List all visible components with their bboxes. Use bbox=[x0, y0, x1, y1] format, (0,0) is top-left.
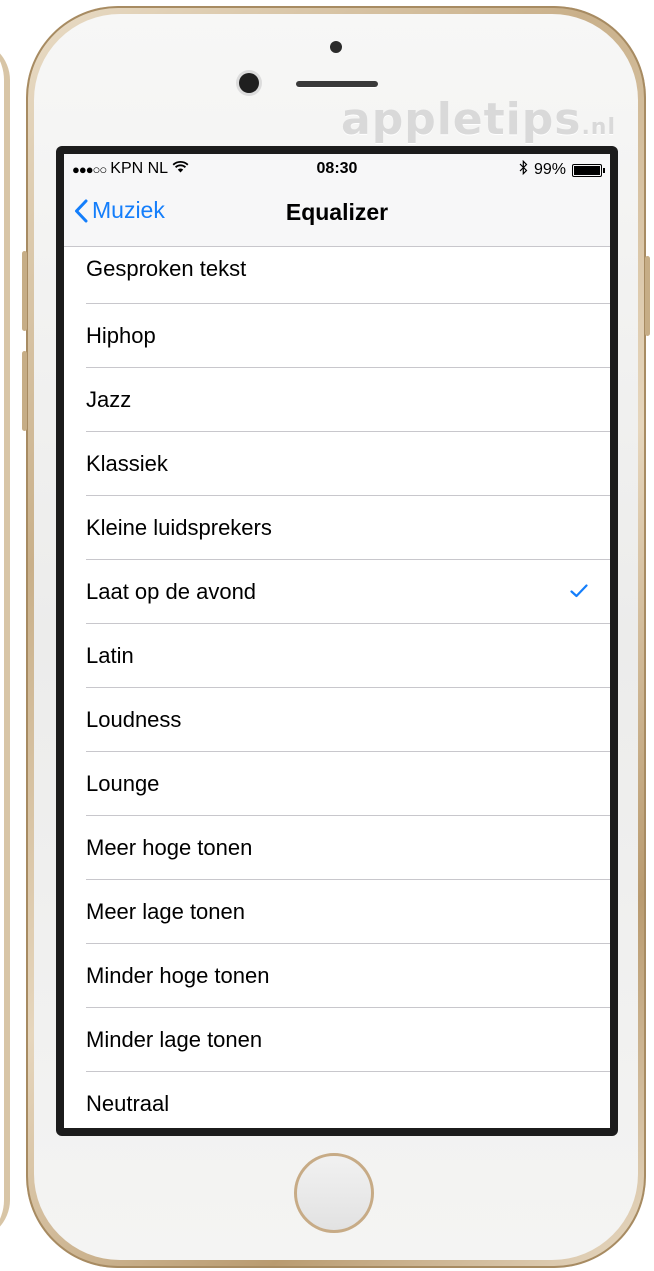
list-item-label: Klassiek bbox=[86, 451, 168, 476]
equalizer-list: Gesproken tekst Hiphop Jazz Klassiek Kleine … bbox=[64, 247, 610, 1128]
list-item[interactable]: Klassiek bbox=[64, 432, 610, 496]
navigation-bar: Muziek Equalizer bbox=[64, 182, 610, 247]
list-item[interactable]: Neutraal bbox=[64, 1072, 610, 1128]
list-item-label: Gesproken tekst bbox=[86, 256, 247, 281]
list-item[interactable]: Meer hoge tonen bbox=[64, 816, 610, 880]
checkmark-icon bbox=[570, 584, 588, 603]
list-item[interactable]: Minder hoge tonen bbox=[64, 944, 610, 1008]
watermark-suffix: .nl bbox=[581, 115, 616, 140]
list-item-label: Lounge bbox=[86, 771, 160, 796]
list-item-label: Latin bbox=[86, 643, 134, 668]
list-item-label: Minder lage tonen bbox=[86, 1027, 263, 1052]
watermark-brand: appletips bbox=[341, 94, 582, 145]
volume-button bbox=[22, 351, 27, 431]
home-button[interactable] bbox=[294, 1153, 374, 1233]
status-bar: ●●●○○ KPN NL 08:30 99% bbox=[64, 154, 610, 182]
list-item[interactable]: Laat op de avond bbox=[64, 560, 610, 624]
proximity-sensor bbox=[330, 41, 342, 53]
status-right: 99% bbox=[519, 159, 605, 180]
list-item[interactable]: Minder lage tonen bbox=[64, 1008, 610, 1072]
screen-bezel: ●●●○○ KPN NL 08:30 99% Muziek Equalizer … bbox=[56, 146, 618, 1136]
display: ●●●○○ KPN NL 08:30 99% Muziek Equalizer … bbox=[64, 154, 610, 1128]
list-item-label: Meer hoge tonen bbox=[86, 835, 253, 860]
list-item[interactable]: Hiphop bbox=[64, 304, 610, 368]
list-item-label: Loudness bbox=[86, 707, 182, 732]
list-item-label: Kleine luidsprekers bbox=[86, 515, 272, 540]
list-item[interactable]: Lounge bbox=[64, 752, 610, 816]
list-item[interactable]: Latin bbox=[64, 624, 610, 688]
page-title: Equalizer bbox=[285, 199, 389, 225]
list-item[interactable]: Kleine luidsprekers bbox=[64, 496, 610, 560]
list-item-label: Minder hoge tonen bbox=[86, 963, 270, 988]
list-item[interactable]: Jazz bbox=[64, 368, 610, 432]
power-button bbox=[645, 256, 650, 336]
bluetooth-icon bbox=[519, 159, 528, 180]
list-item-label: Meer lage tonen bbox=[86, 899, 245, 924]
volume-button bbox=[22, 251, 27, 331]
adjacent-phone-edge bbox=[0, 40, 10, 1240]
list-item-label: Hiphop bbox=[86, 323, 156, 348]
battery-fill bbox=[574, 165, 600, 175]
earpiece-speaker bbox=[296, 81, 378, 87]
list-item-label: Laat op de avond bbox=[86, 579, 257, 604]
list-item[interactable]: Meer lage tonen bbox=[64, 880, 610, 944]
list-item-label: Neutraal bbox=[86, 1091, 170, 1116]
battery-percent: 99% bbox=[533, 161, 566, 178]
list-item-label: Jazz bbox=[86, 387, 132, 412]
watermark-logo: appletips.nl bbox=[341, 94, 616, 145]
front-camera bbox=[239, 73, 259, 93]
list-item[interactable]: Loudness bbox=[64, 688, 610, 752]
list-item[interactable]: Gesproken tekst bbox=[64, 247, 610, 304]
battery-icon bbox=[572, 163, 605, 177]
